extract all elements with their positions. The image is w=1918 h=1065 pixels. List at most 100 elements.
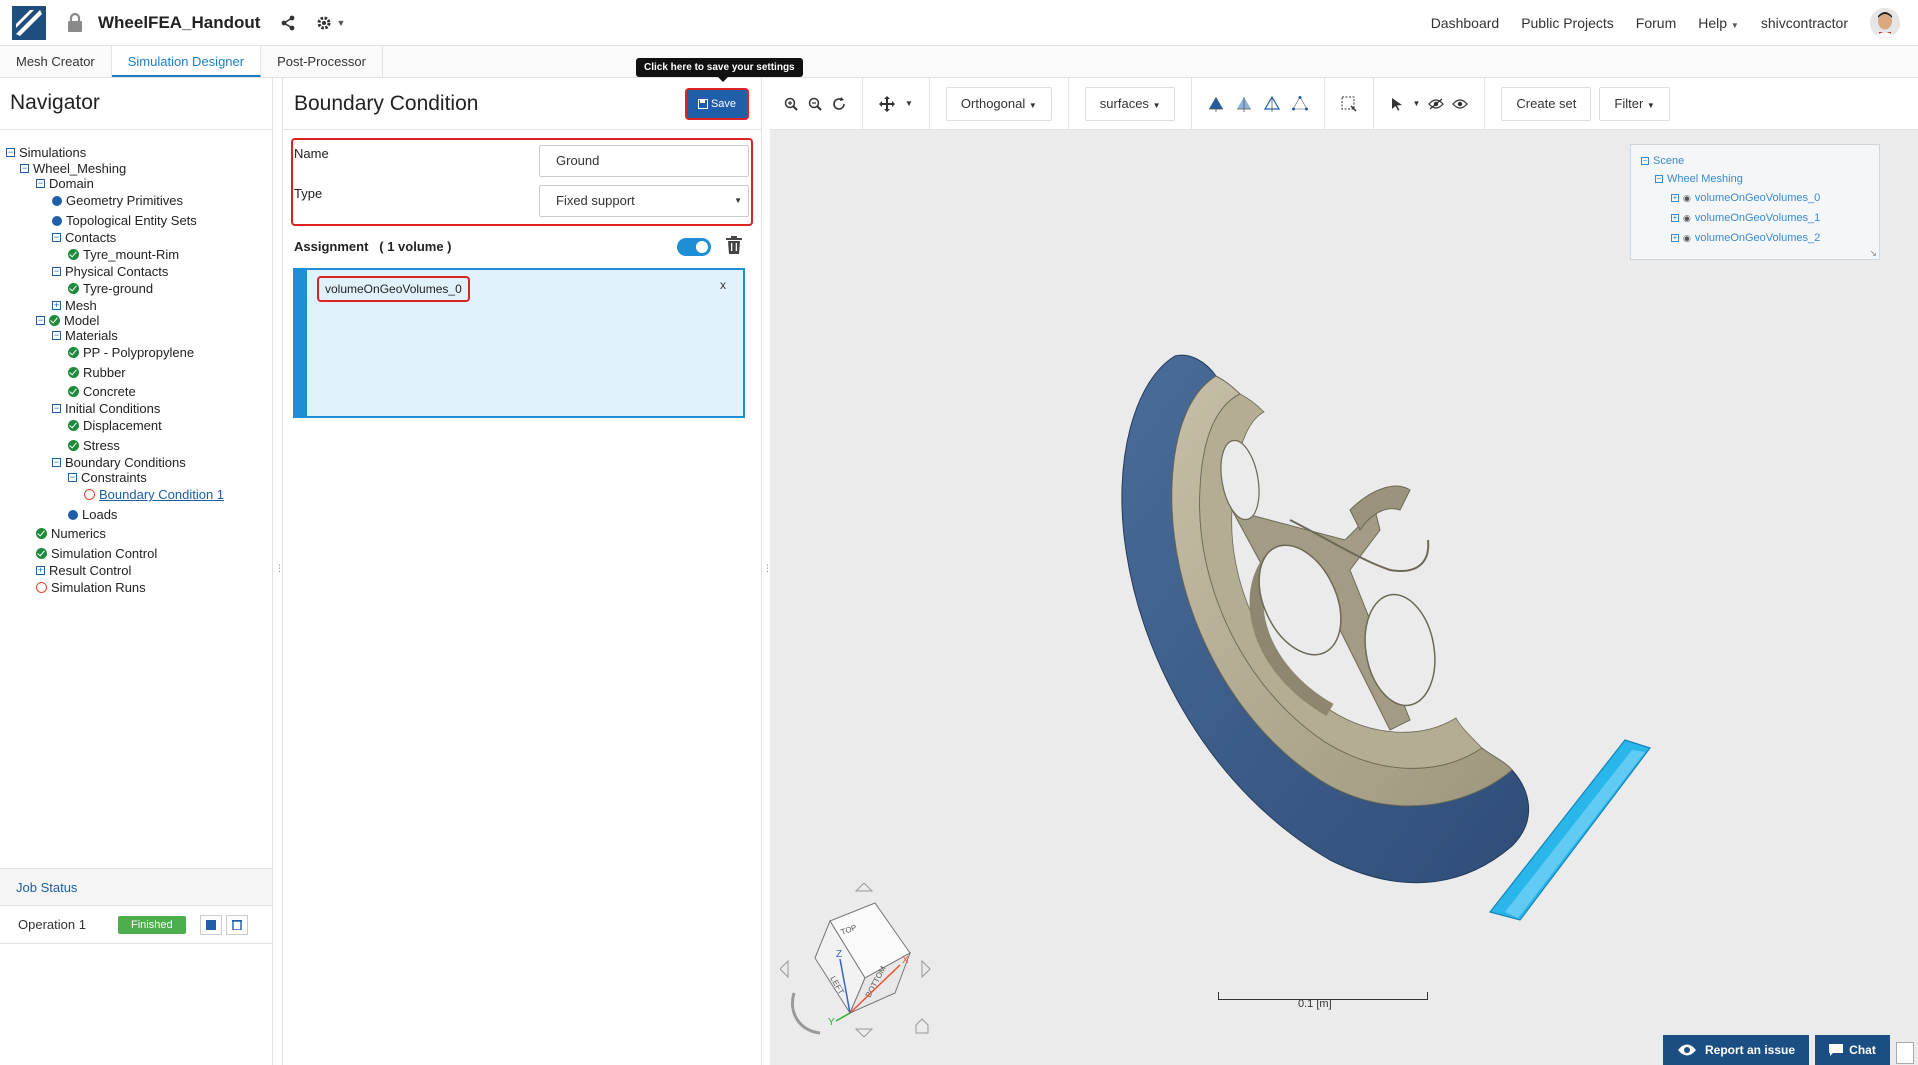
name-input[interactable]: Ground: [539, 145, 749, 177]
type-select[interactable]: Fixed support ▼: [539, 185, 749, 217]
tree-item-simulation-runs[interactable]: Simulation Runs: [36, 580, 146, 595]
tree-item-topological-entity-sets[interactable]: Topological Entity Sets: [52, 213, 197, 228]
rotate-up-icon[interactable]: [854, 883, 874, 892]
tree-item-initial-conditions[interactable]: − Initial Conditions: [52, 401, 160, 416]
avatar[interactable]: [1870, 7, 1900, 38]
delete-job-button[interactable]: [225, 914, 248, 935]
tree-item-geometry-primitives[interactable]: Geometry Primitives: [52, 193, 183, 208]
scene-item[interactable]: + ◉ volumeOnGeoVolumes_1: [1671, 212, 1820, 224]
box-select-icon[interactable]: [1341, 96, 1358, 112]
collapse-icon[interactable]: −: [52, 233, 61, 242]
collapse-icon[interactable]: −: [36, 179, 45, 188]
collapse-icon[interactable]: −: [20, 164, 29, 173]
expand-icon[interactable]: +: [1671, 214, 1679, 222]
scene-root[interactable]: − Scene: [1641, 155, 1684, 167]
3d-canvas[interactable]: − Scene − Wheel Meshing + ◉ volumeOnGeoVolum…: [770, 130, 1918, 1065]
tree-item-numerics[interactable]: Numerics: [36, 526, 106, 541]
tree-item-constraints[interactable]: − Constraints: [68, 470, 147, 485]
pan-tool[interactable]: ▼: [863, 77, 930, 130]
render-mode-dropdown[interactable]: surfaces ▼: [1084, 86, 1176, 121]
collapse-icon[interactable]: −: [52, 458, 61, 467]
collapse-icon[interactable]: −: [1655, 175, 1663, 183]
stop-button[interactable]: [199, 914, 222, 935]
chat-button[interactable]: Chat: [1815, 1035, 1890, 1065]
resize-grip-icon[interactable]: ↘: [1869, 248, 1877, 259]
expand-panel-button[interactable]: [1896, 1042, 1914, 1064]
collapse-icon[interactable]: −: [52, 404, 61, 413]
nav-help[interactable]: Help ▼: [1698, 15, 1739, 31]
expand-icon[interactable]: +: [36, 566, 45, 575]
reset-view-icon[interactable]: [832, 96, 846, 111]
assignment-list[interactable]: volumeOnGeoVolumes_0 x: [293, 268, 745, 418]
tree-item-tyre-mount-rim[interactable]: Tyre_mount-Rim: [68, 247, 179, 262]
collapse-icon[interactable]: −: [1641, 157, 1649, 165]
remove-entity-button[interactable]: x: [720, 278, 726, 292]
expand-icon[interactable]: +: [52, 301, 61, 310]
assignment-toggle[interactable]: [677, 238, 711, 256]
save-button[interactable]: Save: [685, 88, 749, 120]
zoom-out-icon[interactable]: [808, 97, 822, 111]
tab-post-processor[interactable]: Post-Processor: [261, 46, 383, 77]
share-icon[interactable]: [280, 15, 296, 31]
eye-icon[interactable]: ◉: [1683, 193, 1691, 204]
select-volume-icon[interactable]: [1208, 96, 1224, 112]
collapse-icon[interactable]: −: [52, 331, 61, 340]
tree-item-mesh[interactable]: + Mesh: [52, 298, 97, 313]
tree-item-pp-polypropylene[interactable]: PP - Polypropylene: [68, 345, 194, 360]
tree-item-boundary-conditions[interactable]: − Boundary Conditions: [52, 455, 186, 470]
eye-icon[interactable]: ◉: [1683, 213, 1691, 224]
tree-item-stress[interactable]: Stress: [68, 438, 120, 453]
scene-item[interactable]: + ◉ volumeOnGeoVolumes_0: [1671, 192, 1820, 204]
tree-item-wheel-meshing[interactable]: − Wheel_Meshing: [20, 161, 126, 176]
job-status-header[interactable]: Job Status: [0, 868, 272, 906]
settings-menu[interactable]: ▼: [316, 15, 345, 31]
select-edge-icon[interactable]: [1264, 95, 1281, 112]
eye-icon[interactable]: ◉: [1683, 233, 1691, 244]
report-issue-button[interactable]: Report an issue: [1663, 1035, 1809, 1065]
expand-icon[interactable]: +: [1671, 194, 1679, 202]
expand-icon[interactable]: +: [1671, 234, 1679, 242]
username[interactable]: shivcontractor: [1761, 15, 1848, 31]
filter-dropdown[interactable]: Filter ▼: [1599, 86, 1670, 121]
tree-item-loads[interactable]: Loads: [68, 507, 117, 522]
select-face-icon[interactable]: [1236, 96, 1252, 112]
pointer-icon[interactable]: [1390, 97, 1404, 111]
trash-icon[interactable]: [726, 236, 742, 254]
nav-public-projects[interactable]: Public Projects: [1521, 15, 1614, 31]
tree-item-simulations[interactable]: − Simulations: [6, 145, 86, 160]
collapse-icon[interactable]: −: [52, 267, 61, 276]
scene-group[interactable]: − Wheel Meshing: [1655, 173, 1743, 185]
panel-resize-handle[interactable]: ⋮: [763, 563, 772, 577]
tree-item-rubber[interactable]: Rubber: [68, 365, 126, 380]
navigator-resize-handle[interactable]: ⋮: [275, 563, 284, 577]
tree-item-displacement[interactable]: Displacement: [68, 418, 162, 433]
select-node-icon[interactable]: [1292, 95, 1309, 112]
tree-item-physical-contacts[interactable]: − Physical Contacts: [52, 264, 168, 279]
show-eye-icon[interactable]: [1452, 98, 1469, 110]
rotate-right-icon[interactable]: [921, 959, 931, 979]
tree-item-tyre-ground[interactable]: Tyre-ground: [68, 281, 153, 296]
tree-item-model[interactable]: − Model: [36, 313, 99, 328]
nav-dashboard[interactable]: Dashboard: [1431, 15, 1500, 31]
collapse-icon[interactable]: −: [6, 148, 15, 157]
tree-item-simulation-control[interactable]: Simulation Control: [36, 546, 157, 561]
tree-item-contacts[interactable]: − Contacts: [52, 230, 116, 245]
assigned-entity-chip[interactable]: volumeOnGeoVolumes_0: [317, 276, 470, 302]
projection-dropdown[interactable]: Orthogonal ▼: [945, 86, 1052, 121]
collapse-icon[interactable]: −: [68, 473, 77, 482]
zoom-in-icon[interactable]: [784, 97, 798, 111]
tree-item-result-control[interactable]: + Result Control: [36, 563, 131, 578]
home-view-icon[interactable]: [915, 1018, 929, 1034]
nav-forum[interactable]: Forum: [1636, 15, 1676, 31]
tab-mesh-creator[interactable]: Mesh Creator: [0, 46, 112, 77]
rotate-down-icon[interactable]: [854, 1028, 874, 1038]
tree-item-materials[interactable]: − Materials: [52, 328, 118, 343]
rotate-axis-icon[interactable]: [791, 992, 821, 1035]
rotate-left-icon[interactable]: [780, 959, 789, 979]
tree-item-concrete[interactable]: Concrete: [68, 384, 136, 399]
tree-item-boundary-condition-1[interactable]: Boundary Condition 1: [84, 487, 224, 502]
scene-item[interactable]: + ◉ volumeOnGeoVolumes_2: [1671, 232, 1820, 244]
create-set-button[interactable]: Create set: [1501, 86, 1592, 121]
simscale-logo-icon[interactable]: [12, 5, 46, 40]
tree-item-domain[interactable]: − Domain: [36, 176, 94, 191]
